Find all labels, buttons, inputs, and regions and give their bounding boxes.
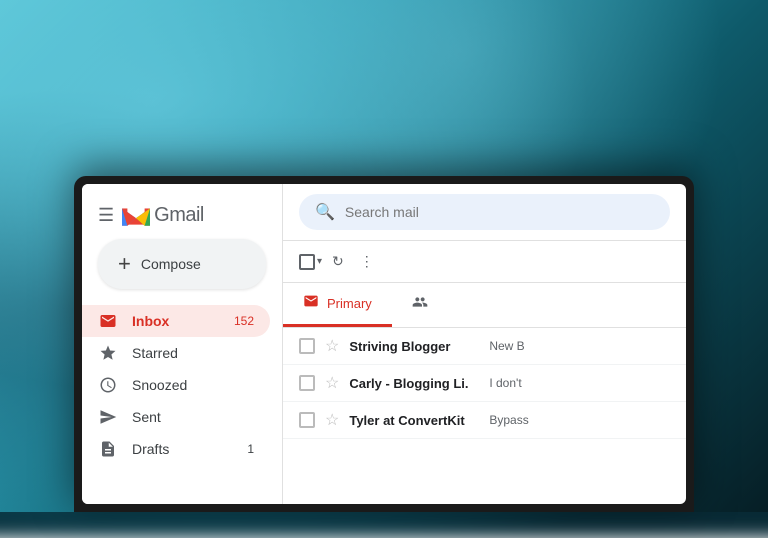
sidebar-item-drafts[interactable]: Drafts 1 xyxy=(82,433,270,465)
sidebar-item-sent[interactable]: Sent xyxy=(82,401,270,433)
email-row[interactable]: ☆ Tyler at ConvertKit Bypass xyxy=(283,402,686,439)
refresh-icon: ↻ xyxy=(332,253,344,270)
star-icon-2[interactable]: ☆ xyxy=(325,373,339,393)
gmail-wordmark: Gmail xyxy=(154,204,204,227)
select-all-checkbox[interactable] xyxy=(299,254,315,270)
star-icon-1[interactable]: ☆ xyxy=(325,336,339,356)
menu-icon[interactable]: ☰ xyxy=(98,205,114,226)
sidebar-item-inbox[interactable]: Inbox 152 xyxy=(82,305,270,337)
sidebar-item-starred[interactable]: Starred xyxy=(82,337,270,369)
email-preview-1: New B xyxy=(489,339,524,353)
email-sender-1: Striving Blogger xyxy=(349,339,479,354)
snoozed-icon xyxy=(98,375,118,395)
snoozed-label: Snoozed xyxy=(132,377,187,393)
toolbar: ▾ ↻ ⋮ xyxy=(283,241,686,283)
star-nav-icon xyxy=(98,343,118,363)
more-options-button[interactable]: ⋮ xyxy=(354,247,380,276)
drafts-badge: 1 xyxy=(247,442,254,456)
top-bar: 🔍 Search mail xyxy=(283,184,686,241)
email-preview-3: Bypass xyxy=(489,413,528,427)
main-content: 🔍 Search mail ▾ ↻ ⋮ xyxy=(282,184,686,504)
tab-primary[interactable]: Primary xyxy=(283,283,392,327)
email-checkbox-3[interactable] xyxy=(299,412,315,428)
select-dropdown-icon[interactable]: ▾ xyxy=(317,256,322,267)
compose-button[interactable]: + Compose xyxy=(98,239,266,289)
primary-tab-icon xyxy=(303,293,319,314)
gmail-m-icon xyxy=(122,205,150,227)
email-preview-2: I don't xyxy=(489,376,521,390)
primary-tab-label: Primary xyxy=(327,296,372,311)
search-bar[interactable]: 🔍 Search mail xyxy=(299,194,670,230)
tab-social[interactable] xyxy=(392,283,448,327)
laptop-frame: ☰ xyxy=(74,176,694,512)
select-all-container[interactable]: ▾ xyxy=(299,254,322,270)
drafts-icon xyxy=(98,439,118,459)
email-sender-3: Tyler at ConvertKit xyxy=(349,413,479,428)
tabs-bar: Primary xyxy=(283,283,686,328)
sent-icon xyxy=(98,407,118,427)
star-icon-3[interactable]: ☆ xyxy=(325,410,339,430)
gmail-window: ☰ xyxy=(82,184,686,504)
inbox-label: Inbox xyxy=(132,313,169,329)
email-row[interactable]: ☆ Carly - Blogging Li. I don't xyxy=(283,365,686,402)
search-icon: 🔍 xyxy=(315,202,335,222)
more-icon: ⋮ xyxy=(360,253,374,270)
refresh-button[interactable]: ↻ xyxy=(326,247,350,276)
compose-plus-icon: + xyxy=(118,253,131,275)
gmail-logo: Gmail xyxy=(122,204,204,227)
search-placeholder: Search mail xyxy=(345,204,654,220)
sidebar-item-snoozed[interactable]: Snoozed xyxy=(82,369,270,401)
email-checkbox-2[interactable] xyxy=(299,375,315,391)
compose-label: Compose xyxy=(141,256,201,272)
inbox-badge: 152 xyxy=(234,314,254,328)
email-checkbox-1[interactable] xyxy=(299,338,315,354)
social-tab-icon xyxy=(412,294,428,313)
starred-label: Starred xyxy=(132,345,178,361)
email-row[interactable]: ☆ Striving Blogger New B xyxy=(283,328,686,365)
laptop-screen: ☰ xyxy=(74,176,694,512)
gmail-header: ☰ xyxy=(82,196,282,239)
drafts-label: Drafts xyxy=(132,441,169,457)
email-list: ☆ Striving Blogger New B ☆ Carly - Blogg… xyxy=(283,328,686,504)
sent-label: Sent xyxy=(132,409,161,425)
email-sender-2: Carly - Blogging Li. xyxy=(349,376,479,391)
inbox-icon xyxy=(98,311,118,331)
sidebar: ☰ xyxy=(82,184,282,504)
